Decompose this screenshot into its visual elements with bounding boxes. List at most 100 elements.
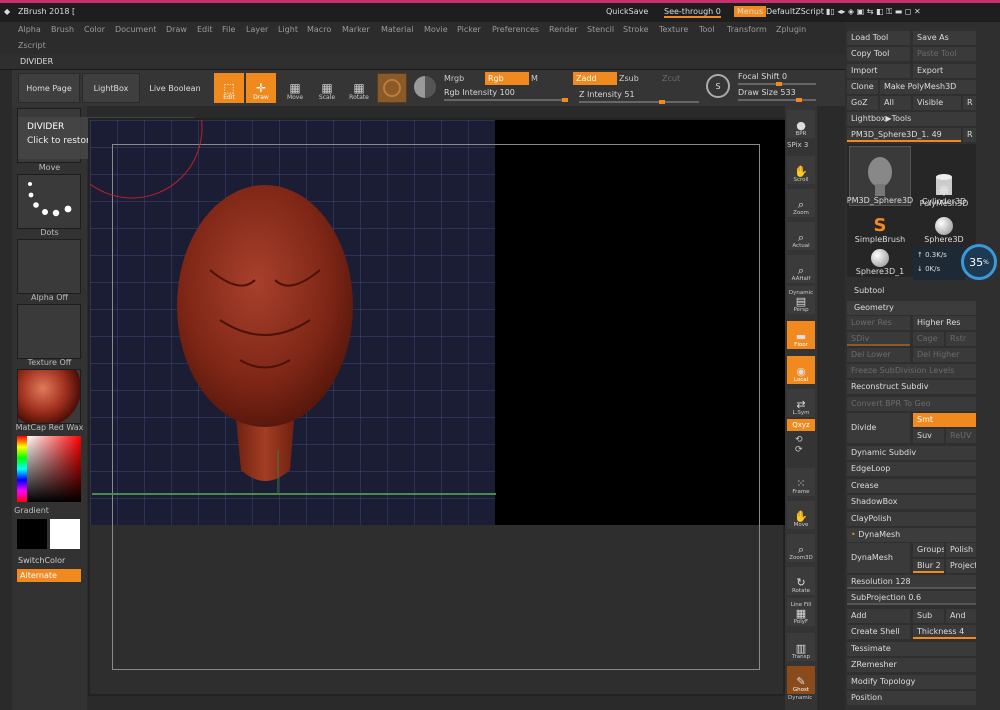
zcut-button[interactable]: Zcut	[662, 74, 680, 83]
menu-layer[interactable]: Layer	[246, 25, 268, 34]
menu-movie[interactable]: Movie	[424, 25, 448, 34]
rgb-button[interactable]: Rgb	[485, 72, 529, 85]
gradient-label[interactable]: Gradient	[0, 506, 69, 515]
move-button[interactable]: ✋ Move	[787, 501, 815, 529]
polyf-button[interactable]: Line Fill ▦ PolyF	[787, 598, 815, 626]
zoom3d-button[interactable]: ⌕ Zoom3D	[787, 534, 815, 562]
menu-macro[interactable]: Macro	[307, 25, 331, 34]
export-button[interactable]: Export	[913, 64, 976, 78]
alpha-swatch[interactable]	[17, 239, 81, 294]
sculpt-view[interactable]	[90, 120, 785, 696]
thumb-sphere3d-1[interactable]: Sphere3D_1	[849, 242, 911, 276]
scale-mode-button[interactable]: ▦ Scale	[312, 73, 342, 103]
thumb-polymesh3d[interactable]: ✸ PolyMesh3D	[913, 176, 975, 209]
window-icons[interactable]: ▮▯ ◂▸ ◈ ▣ ⇆ ◧ ⚿ ▬ ◻ ✕	[826, 7, 921, 17]
goz-button[interactable]: GoZ	[847, 96, 878, 110]
rstr-button[interactable]: Rstr	[946, 332, 976, 346]
material-swatch-button[interactable]	[377, 73, 407, 103]
clone-button[interactable]: Clone	[847, 80, 878, 94]
goz-all-button[interactable]: All	[880, 96, 911, 110]
material-swatch[interactable]	[17, 369, 81, 424]
frame-button[interactable]: ⁙ Frame	[787, 468, 815, 496]
live-boolean-button[interactable]: Live Boolean	[142, 73, 208, 103]
paste-tool-button[interactable]: Paste Tool	[913, 47, 976, 61]
menu-preferences[interactable]: Preferences	[492, 25, 539, 34]
ghost-button[interactable]: ✎ Ghost	[787, 666, 815, 694]
create-shell-button[interactable]: Create Shell	[847, 625, 910, 639]
document-canvas[interactable]	[88, 118, 785, 696]
edgeloop-header[interactable]: EdgeLoop	[847, 462, 976, 476]
texture-swatch[interactable]	[17, 304, 81, 359]
goz-r-button[interactable]: R	[963, 96, 976, 110]
secondary-color-swatch[interactable]	[50, 519, 80, 549]
crease-header[interactable]: Crease	[847, 479, 976, 493]
tessimate-header[interactable]: Tessimate	[847, 642, 976, 656]
polish-toggle[interactable]: Polish	[946, 543, 976, 557]
blur-slider[interactable]: Blur 2	[913, 559, 944, 573]
stroke-dots-swatch[interactable]	[17, 174, 81, 229]
sdiv-slider[interactable]: SDiv	[847, 332, 910, 346]
draw-size-slider[interactable]: Draw Size 533	[738, 88, 816, 102]
lightbox-tools-button[interactable]: Lightbox▶Tools	[847, 112, 976, 126]
geometry-header[interactable]: Geometry	[847, 301, 976, 315]
xyz-button[interactable]: Qxyz	[787, 419, 815, 431]
menu-brush[interactable]: Brush	[51, 25, 74, 34]
zadd-button[interactable]: Zadd	[573, 72, 617, 85]
alternate-button[interactable]: Alternate	[17, 569, 81, 582]
menu-alpha[interactable]: Alpha	[18, 25, 41, 34]
color-mode-icon[interactable]	[414, 76, 436, 98]
divider-label[interactable]: DIVIDER	[20, 57, 53, 66]
menu-marker[interactable]: Marker	[342, 25, 370, 34]
dynamesh-button[interactable]: DynaMesh	[847, 543, 910, 573]
higher-res-button[interactable]: Higher Res	[913, 316, 976, 330]
seethrough-slider[interactable]: See-through 0	[664, 7, 721, 18]
persp-button[interactable]: Dynamic ▤ Persp	[787, 286, 815, 314]
dynamesh-header[interactable]: • DynaMesh	[847, 528, 976, 542]
del-lower-button[interactable]: Del Lower	[847, 348, 910, 362]
thumb-sphere3d[interactable]: Sphere3D	[913, 210, 975, 244]
shadowbox-header[interactable]: ShadowBox	[847, 495, 976, 509]
focal-shift-slider[interactable]: Focal Shift 0	[738, 72, 816, 86]
menu-zplugin[interactable]: Zplugin	[776, 25, 806, 34]
smt-toggle[interactable]: Smt	[913, 413, 976, 427]
menu-transform[interactable]: Transform	[727, 25, 767, 34]
m-button[interactable]: M	[531, 74, 538, 83]
quicksave-button[interactable]: QuickSave	[606, 7, 648, 16]
aahalf-button[interactable]: ⌕ AAHalf	[787, 255, 815, 283]
add-button[interactable]: Add	[847, 609, 910, 623]
color-square[interactable]	[27, 436, 81, 502]
cage-button[interactable]: Cage	[913, 332, 944, 346]
zremesher-header[interactable]: ZRemesher	[847, 658, 976, 672]
menu-texture[interactable]: Texture	[659, 25, 688, 34]
zoom-button[interactable]: ⌕ Zoom	[787, 189, 815, 217]
lightbox-button[interactable]: LightBox	[82, 73, 140, 103]
bpr-button[interactable]: ● BPR	[787, 110, 815, 138]
menu-zscript[interactable]: Zscript	[18, 41, 46, 50]
copy-tool-button[interactable]: Copy Tool	[847, 47, 910, 61]
current-tool-r-button[interactable]: R	[963, 128, 976, 142]
suv-toggle[interactable]: Suv	[913, 429, 944, 443]
menus-button[interactable]: Menus	[734, 6, 767, 17]
menu-stroke[interactable]: Stroke	[623, 25, 649, 34]
home-page-button[interactable]: Home Page	[18, 73, 80, 103]
groups-toggle[interactable]: Groups	[913, 543, 944, 557]
menu-picker[interactable]: Picker	[457, 25, 481, 34]
switchcolor-button[interactable]: SwitchColor	[18, 556, 65, 565]
current-tool-slider[interactable]: PM3D_Sphere3D_1. 49	[847, 128, 961, 142]
menu-light[interactable]: Light	[278, 25, 298, 34]
menu-render[interactable]: Render	[549, 25, 577, 34]
move-mode-button[interactable]: ▦ Move	[280, 73, 310, 103]
and-button[interactable]: And	[946, 609, 976, 623]
menu-file[interactable]: File	[222, 25, 235, 34]
hue-strip[interactable]	[17, 436, 27, 502]
project-toggle[interactable]: Project	[946, 559, 976, 573]
position-header[interactable]: Position	[847, 691, 976, 705]
menu-tool[interactable]: Tool	[699, 25, 715, 34]
edit-mode-button[interactable]: ⬚ Edit	[214, 73, 244, 103]
main-color-swatch[interactable]	[17, 519, 47, 549]
menu-stencil[interactable]: Stencil	[587, 25, 614, 34]
thumb-simplebrush[interactable]: S SimpleBrush	[849, 210, 911, 245]
color-picker[interactable]	[17, 436, 81, 502]
save-as-button[interactable]: Save As	[913, 31, 976, 45]
z-intensity-slider[interactable]: Z Intensity 51	[579, 90, 699, 104]
